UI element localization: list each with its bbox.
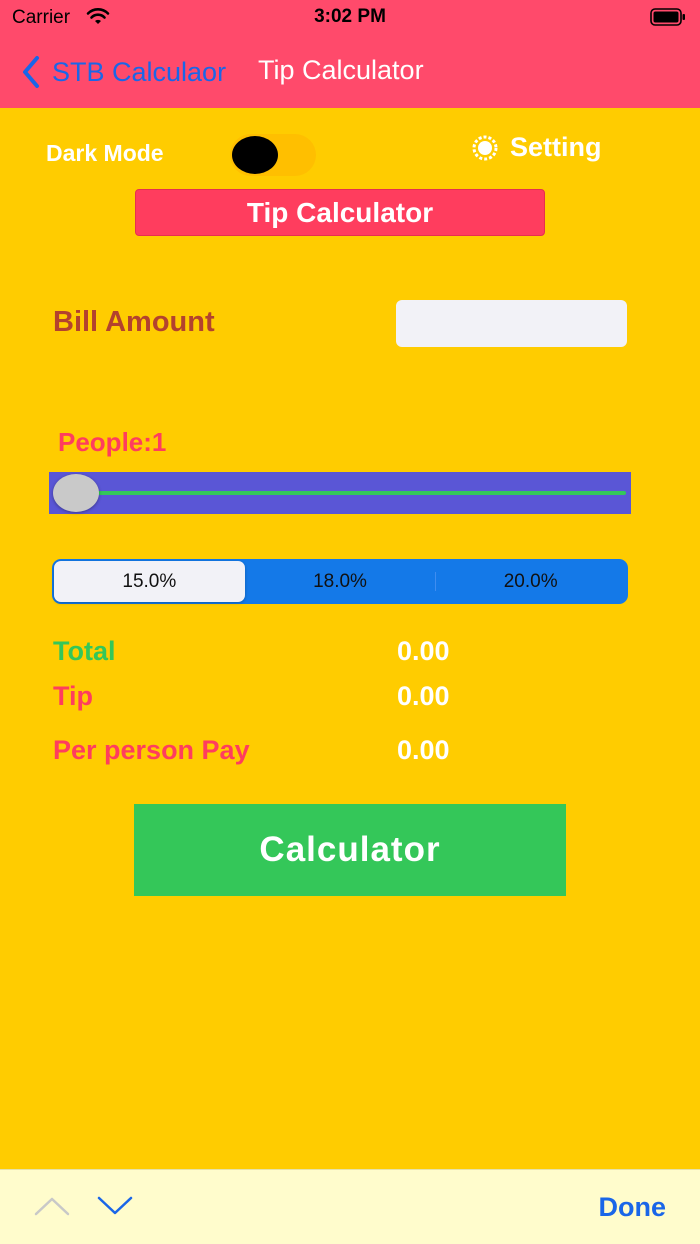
chevron-left-icon <box>23 56 39 88</box>
tip-percentage-selector: 15.0% 18.0% 20.0% <box>52 559 628 604</box>
toggle-knob <box>232 136 278 174</box>
tip-option-20[interactable]: 20.0% <box>435 561 626 602</box>
setting-label: Setting <box>510 132 602 162</box>
setting-button[interactable]: Setting <box>470 132 602 163</box>
people-count-label: People:1 <box>58 427 167 457</box>
slider-track <box>73 491 626 495</box>
back-button-label: STB Calculaor <box>52 56 227 87</box>
navigation-header: Carrier 3:02 PM STB Calculaor Tip Calcul… <box>0 0 700 108</box>
app-title-banner: Tip Calculator <box>135 189 545 236</box>
chevron-down-icon[interactable] <box>96 1194 134 1218</box>
tip-option-15[interactable]: 15.0% <box>54 561 245 602</box>
total-label: Total <box>53 636 116 666</box>
slider-thumb[interactable] <box>53 474 99 512</box>
tip-label: Tip <box>53 681 93 711</box>
dark-mode-toggle[interactable] <box>230 134 316 176</box>
bill-amount-input[interactable] <box>396 300 627 347</box>
status-time: 3:02 PM <box>314 6 386 27</box>
back-button[interactable]: STB Calculaor <box>20 52 226 92</box>
gear-icon <box>472 135 498 160</box>
nav-title: Tip Calculator <box>258 55 424 85</box>
bill-amount-label: Bill Amount <box>53 306 215 338</box>
done-button[interactable]: Done <box>599 1192 667 1223</box>
people-slider[interactable] <box>49 472 631 514</box>
calculate-button[interactable]: Calculator <box>134 804 566 896</box>
dark-mode-label: Dark Mode <box>46 140 164 166</box>
per-person-value: 0.00 <box>397 735 450 765</box>
chevron-up-icon <box>34 1197 70 1216</box>
keyboard-toolbar: Done <box>0 1169 700 1244</box>
status-bar: Carrier 3:02 PM <box>0 0 700 36</box>
total-value: 0.00 <box>397 636 450 666</box>
battery-icon <box>650 8 685 26</box>
per-person-label: Per person Pay <box>53 735 250 765</box>
tip-value: 0.00 <box>397 681 450 711</box>
tip-option-18[interactable]: 18.0% <box>245 561 436 602</box>
